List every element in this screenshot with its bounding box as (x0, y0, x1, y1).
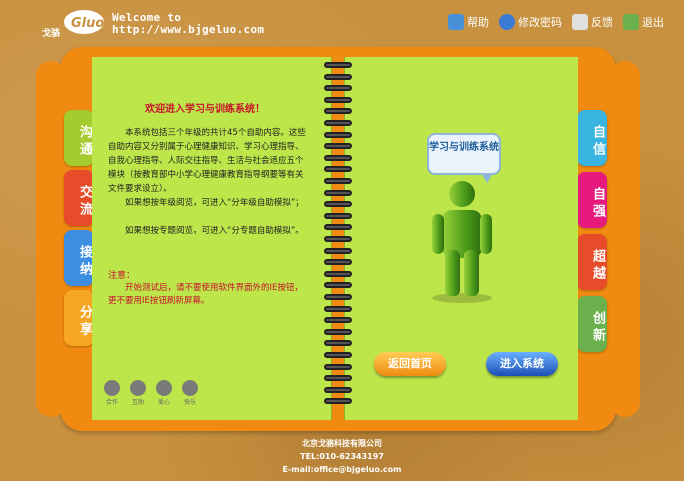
spiral-ring (324, 201, 352, 208)
figure-love: 爱心 (156, 380, 172, 406)
figure-cooperate: 合作 (104, 380, 120, 406)
spiral-ring (324, 85, 352, 92)
grade-paragraph: 如果想按年级阅览，可进入“分年级自助模拟”； (125, 198, 304, 208)
feedback-link[interactable]: 反馈 (572, 14, 613, 30)
feedback-icon (572, 14, 588, 30)
figure-icon (104, 380, 120, 396)
figure-help: 互助 (130, 380, 146, 406)
spiral-binding (322, 62, 354, 412)
spiral-ring (324, 305, 352, 312)
tab-self-strength[interactable]: 自强 (577, 172, 607, 228)
tab-surpass[interactable]: 超越 (577, 234, 607, 290)
spiral-ring (324, 352, 352, 358)
change-password-link[interactable]: 修改密码 (499, 14, 562, 30)
spiral-ring (324, 247, 352, 254)
company-email: E-mail:office@bjgeluo.com (282, 465, 402, 474)
enter-system-button[interactable]: 进入系统 (486, 352, 558, 376)
company-name: 北京戈骆科技有限公司 (302, 439, 382, 448)
note-heading: 注意： (108, 271, 136, 281)
return-home-button[interactable]: 返回首页 (374, 352, 446, 376)
spiral-ring (324, 386, 352, 393)
spiral-ring (324, 120, 352, 126)
exit-link[interactable]: 退出 (623, 14, 664, 30)
tab-communicate[interactable]: 沟通 (64, 110, 94, 166)
tab-confidence[interactable]: 自信 (577, 110, 607, 166)
figure-label: 快乐 (183, 399, 196, 406)
spiral-ring (324, 96, 352, 103)
spiral-ring (324, 178, 352, 184)
figure-icon (156, 380, 172, 396)
spiral-ring (324, 73, 352, 80)
geluo-logo: Gluo 戈骆 (42, 10, 104, 39)
spiral-ring (324, 62, 352, 68)
speech-bubble: 学习与训练系统 (427, 133, 501, 183)
spiral-ring (324, 270, 352, 277)
spiral-ring (324, 340, 352, 347)
spiral-ring (324, 398, 352, 405)
figures-row: 合作 互助 爱心 快乐 (104, 380, 198, 406)
tab-accept[interactable]: 接纳 (64, 230, 94, 286)
topic-paragraph: 如果想按专题阅览，可进入“分专题自助模拟”。 (125, 226, 304, 236)
spiral-ring (324, 166, 352, 173)
spiral-ring (324, 294, 352, 300)
spiral-ring (324, 224, 352, 231)
spiral-ring (324, 363, 352, 370)
company-phone: TEL:010-62343197 (300, 452, 384, 461)
user-icon (499, 14, 515, 30)
svg-text:戈骆: 戈骆 (42, 27, 61, 39)
exit-icon (623, 14, 639, 30)
welcome-text: Welcome to http://www.bjgeluo.com (112, 12, 264, 36)
spiral-ring (324, 282, 352, 289)
exit-label: 退出 (642, 16, 664, 29)
top-nav: 帮助 修改密码 反馈 退出 (448, 14, 664, 30)
help-label: 帮助 (467, 16, 489, 29)
help-icon (448, 14, 464, 30)
figure-icon (130, 380, 146, 396)
svg-text:Gluo: Gluo (71, 16, 104, 31)
spiral-ring (324, 259, 352, 266)
figure-label: 合作 (105, 399, 118, 406)
figure-happy: 快乐 (182, 380, 198, 406)
spiral-ring (324, 375, 352, 382)
spiral-ring (324, 236, 352, 242)
footer: 北京戈骆科技有限公司 TEL:010-62343197 E-mail:offic… (0, 437, 684, 476)
feedback-label: 反馈 (591, 16, 613, 29)
spiral-ring (324, 154, 352, 161)
spiral-ring (324, 317, 352, 324)
help-link[interactable]: 帮助 (448, 14, 489, 30)
spiral-ring (324, 143, 352, 150)
figure-label: 爱心 (157, 399, 170, 406)
tab-exchange[interactable]: 交流 (64, 170, 94, 226)
intro-paragraph: 本系统包括三个年级的共计45个自助内容。这些自助内容又分别属于心理健康知识、学习… (108, 128, 306, 194)
site-url: http://www.bjgeluo.com (112, 23, 265, 36)
change-password-label: 修改密码 (518, 16, 562, 29)
page-title: 欢迎进入学习与训练系统！ (145, 104, 265, 115)
tab-innovate[interactable]: 创新 (577, 296, 607, 352)
smile-icon (182, 380, 198, 396)
person-icon (432, 181, 492, 303)
spiral-ring (324, 131, 352, 138)
note-text: 开始测试后，请不要使用软件界面外的IE按钮，更不要用IE按钮刷新屏幕。 (108, 283, 303, 306)
tab-share[interactable]: 分享 (64, 290, 94, 346)
spiral-ring (324, 212, 352, 219)
spiral-ring (324, 108, 352, 115)
spiral-ring (324, 189, 352, 196)
figure-label: 互助 (131, 399, 144, 406)
spiral-ring (324, 328, 352, 335)
